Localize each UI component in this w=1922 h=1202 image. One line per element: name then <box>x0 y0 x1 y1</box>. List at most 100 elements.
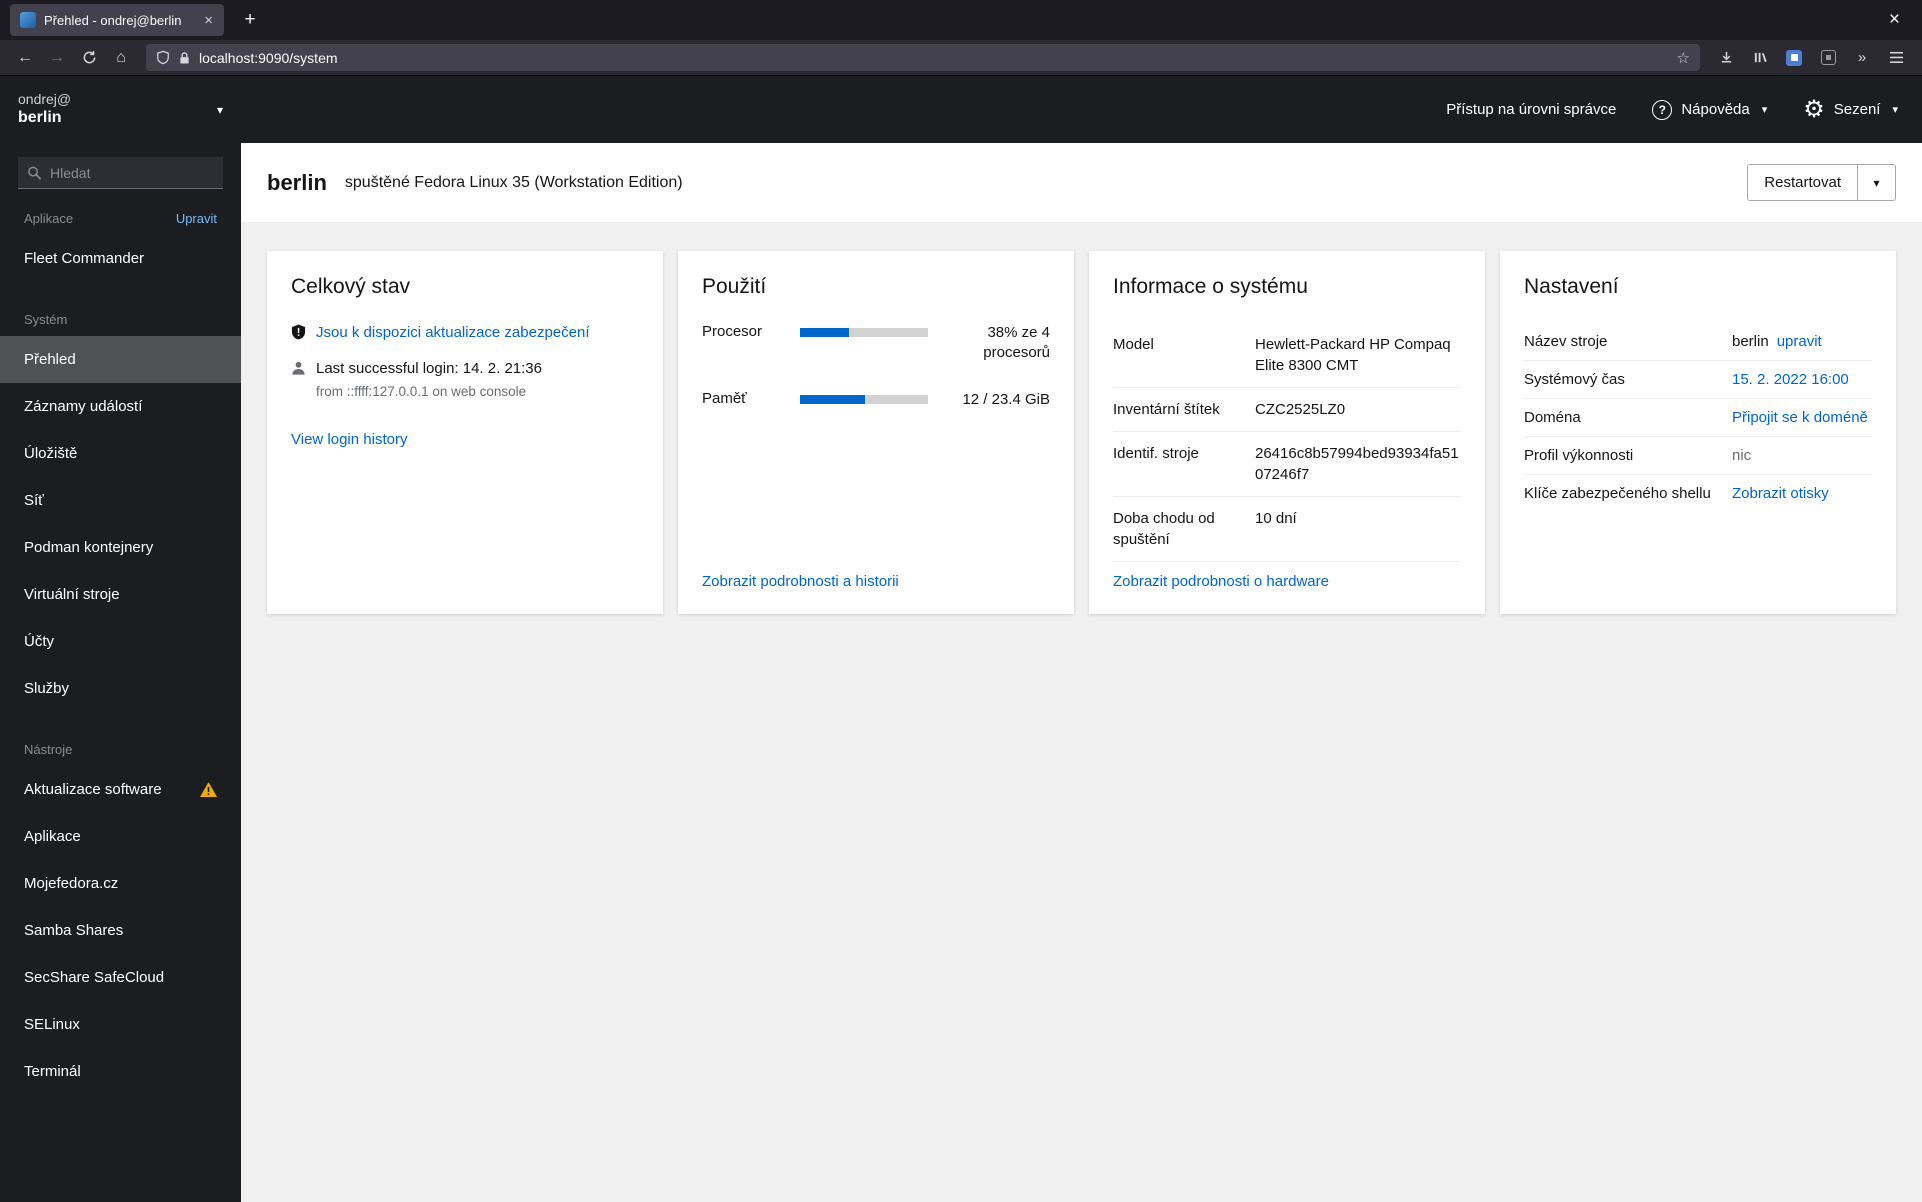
hostname-edit-link[interactable]: upravit <box>1777 333 1822 350</box>
tracking-shield-icon[interactable] <box>156 50 170 65</box>
domain-row: Doména Připojit se k doméně <box>1524 399 1872 437</box>
sidebar-item-samba-shares[interactable]: Samba Shares <box>0 907 241 954</box>
sidebar-item-virtualni-stroje[interactable]: Virtuální stroje <box>0 571 241 618</box>
security-updates-row: Jsou k dispozici aktualizace zabezpečení <box>291 323 639 343</box>
sidebar-item-mojefedora[interactable]: Mojefedora.cz <box>0 860 241 907</box>
asset-tag-row: Inventární štítek CZC2525LZ0 <box>1113 388 1461 432</box>
cpu-label: Procesor <box>702 323 763 340</box>
configuration-card-title: Nastavení <box>1524 275 1619 298</box>
content-area: Celkový stav Jsou k dispozici aktualizac… <box>241 222 1922 1202</box>
last-login-block: Last successful login: 14. 2. 21:36 from… <box>316 359 542 401</box>
sidebar-item-label: Záznamy událostí <box>24 398 143 415</box>
sidebar-item-label: Terminál <box>24 1063 81 1080</box>
cockpit-favicon-icon <box>20 12 36 28</box>
uptime-label: Doba chodu od spuštění <box>1113 510 1215 548</box>
library-icon <box>1754 52 1767 63</box>
menu-button[interactable] <box>1880 44 1912 72</box>
memory-progress-bar <box>800 394 928 404</box>
system-section-header: Systém <box>0 282 241 336</box>
warning-icon <box>200 782 217 797</box>
sidebar-item-uloziste[interactable]: Úložiště <box>0 430 241 477</box>
performance-profile-label: Profil výkonnosti <box>1524 447 1634 464</box>
tools-section-label: Nástroje <box>24 742 73 757</box>
browser-toolbar: ← → ⌂ localhost:9090/system ☆ » <box>0 40 1922 76</box>
reload-button[interactable] <box>74 44 104 72</box>
search-icon <box>27 166 42 181</box>
usage-details-link[interactable]: Zobrazit podrobnosti a historii <box>702 573 899 590</box>
admin-access-button[interactable]: Přístup na úrovni správce <box>1446 101 1616 118</box>
library-button[interactable] <box>1744 44 1776 72</box>
sidebar-item-secshare-safecloud[interactable]: SecShare SafeCloud <box>0 954 241 1001</box>
restart-dropdown-toggle[interactable]: ▾ <box>1858 165 1895 200</box>
usage-card-title: Použití <box>702 275 767 298</box>
chevron-down-icon: ▾ <box>216 102 223 117</box>
search-input[interactable] <box>18 157 223 189</box>
system-time-label: Systémový čas <box>1524 371 1625 388</box>
bookmark-star-icon[interactable]: ☆ <box>1677 49 1690 67</box>
sidebar-item-label: Samba Shares <box>24 922 124 939</box>
sidebar-item-sluzby[interactable]: Služby <box>0 665 241 712</box>
tools-section-header: Nástroje <box>0 712 241 766</box>
overflow-button[interactable]: » <box>1846 44 1878 72</box>
join-domain-link[interactable]: Připojit se k doméně <box>1732 409 1868 426</box>
tab-close-icon[interactable]: × <box>201 12 216 29</box>
model-row: Model Hewlett-Packard HP Compaq Elite 83… <box>1113 323 1461 388</box>
sidebar-item-podman-kontejnery[interactable]: Podman kontejnery <box>0 524 241 571</box>
downloads-button[interactable] <box>1710 44 1742 72</box>
session-menu[interactable]: ⚙ Sezení ▾ <box>1803 95 1898 123</box>
health-card: Celkový stav Jsou k dispozici aktualizac… <box>267 251 663 614</box>
sidebar-item-ucty[interactable]: Účty <box>0 618 241 665</box>
shield-exclamation-icon <box>291 324 306 340</box>
hostname-row: Název stroje berlin upravit <box>1524 323 1872 361</box>
os-subtitle: spuštěné Fedora Linux 35 (Workstation Ed… <box>344 173 683 191</box>
sidebar-item-zaznamy-udalosti[interactable]: Záznamy událostí <box>0 383 241 430</box>
asset-tag-value: CZC2525LZ0 <box>1255 401 1346 418</box>
extension-button-2[interactable] <box>1812 44 1844 72</box>
security-updates-link[interactable]: Jsou k dispozici aktualizace zabezpečení <box>316 323 590 343</box>
sidebar-item-sit[interactable]: Síť <box>0 477 241 524</box>
cpu-usage-row: Procesor 38% ze 4 procesorů <box>702 323 1050 364</box>
window-close-button[interactable]: × <box>1881 7 1908 33</box>
sidebar-item-label: Aktualizace software <box>24 781 162 798</box>
sidebar-item-terminal[interactable]: Terminál <box>0 1048 241 1095</box>
extension-button-1[interactable] <box>1778 44 1810 72</box>
hostname-value: berlin <box>1732 333 1769 350</box>
performance-profile-value: nic <box>1732 447 1752 464</box>
user-menu[interactable]: ondrej@ berlin ▾ <box>0 76 241 143</box>
hardware-details-link[interactable]: Zobrazit podrobnosti o hardware <box>1113 573 1329 590</box>
url-bar[interactable]: localhost:9090/system ☆ <box>146 44 1700 71</box>
lock-icon[interactable] <box>179 51 190 65</box>
uptime-value: 10 dní <box>1255 510 1297 527</box>
browser-tab[interactable]: Přehled - ondrej@berlin × <box>10 4 224 36</box>
apps-edit-link[interactable]: Upravit <box>176 211 217 226</box>
login-history-link[interactable]: View login history <box>291 431 407 448</box>
system-time-link[interactable]: 15. 2. 2022 16:00 <box>1732 371 1849 388</box>
browser-window: Přehled - ondrej@berlin × + × ← → ⌂ loca… <box>0 0 1922 1202</box>
machine-id-label: Identif. stroje <box>1113 445 1199 462</box>
help-menu[interactable]: ? Nápověda ▾ <box>1652 99 1767 120</box>
home-button[interactable]: ⌂ <box>106 44 136 72</box>
restart-button[interactable]: Restartovat <box>1748 165 1858 200</box>
sidebar-item-aplikace[interactable]: Aplikace <box>0 813 241 860</box>
forward-button[interactable]: → <box>42 44 72 72</box>
url-text[interactable]: localhost:9090/system <box>199 50 338 66</box>
sidebar-item-label: Síť <box>24 492 44 509</box>
sidebar-item-prehled[interactable]: Přehled <box>0 336 241 383</box>
cpu-progress-fill <box>800 328 849 337</box>
sidebar-item-label: Fleet Commander <box>24 250 145 267</box>
sidebar-search <box>18 157 223 189</box>
extension-icon-2 <box>1820 50 1836 65</box>
gear-icon: ⚙ <box>1803 95 1825 123</box>
ssh-fingerprints-link[interactable]: Zobrazit otisky <box>1732 485 1829 502</box>
sidebar-item-fleet-commander[interactable]: Fleet Commander <box>0 235 241 282</box>
system-info-card-title: Informace o systému <box>1113 275 1308 298</box>
hamburger-icon <box>1889 51 1903 63</box>
new-tab-button[interactable]: + <box>236 6 264 34</box>
sidebar-item-selinux[interactable]: SELinux <box>0 1001 241 1048</box>
sidebar-item-aktualizace-software[interactable]: Aktualizace software <box>0 766 241 813</box>
domain-label: Doména <box>1524 409 1581 426</box>
tab-strip: Přehled - ondrej@berlin × + × <box>0 0 1922 40</box>
apps-section-label: Aplikace <box>24 211 74 226</box>
back-button[interactable]: ← <box>10 44 40 72</box>
reload-icon <box>83 51 95 64</box>
